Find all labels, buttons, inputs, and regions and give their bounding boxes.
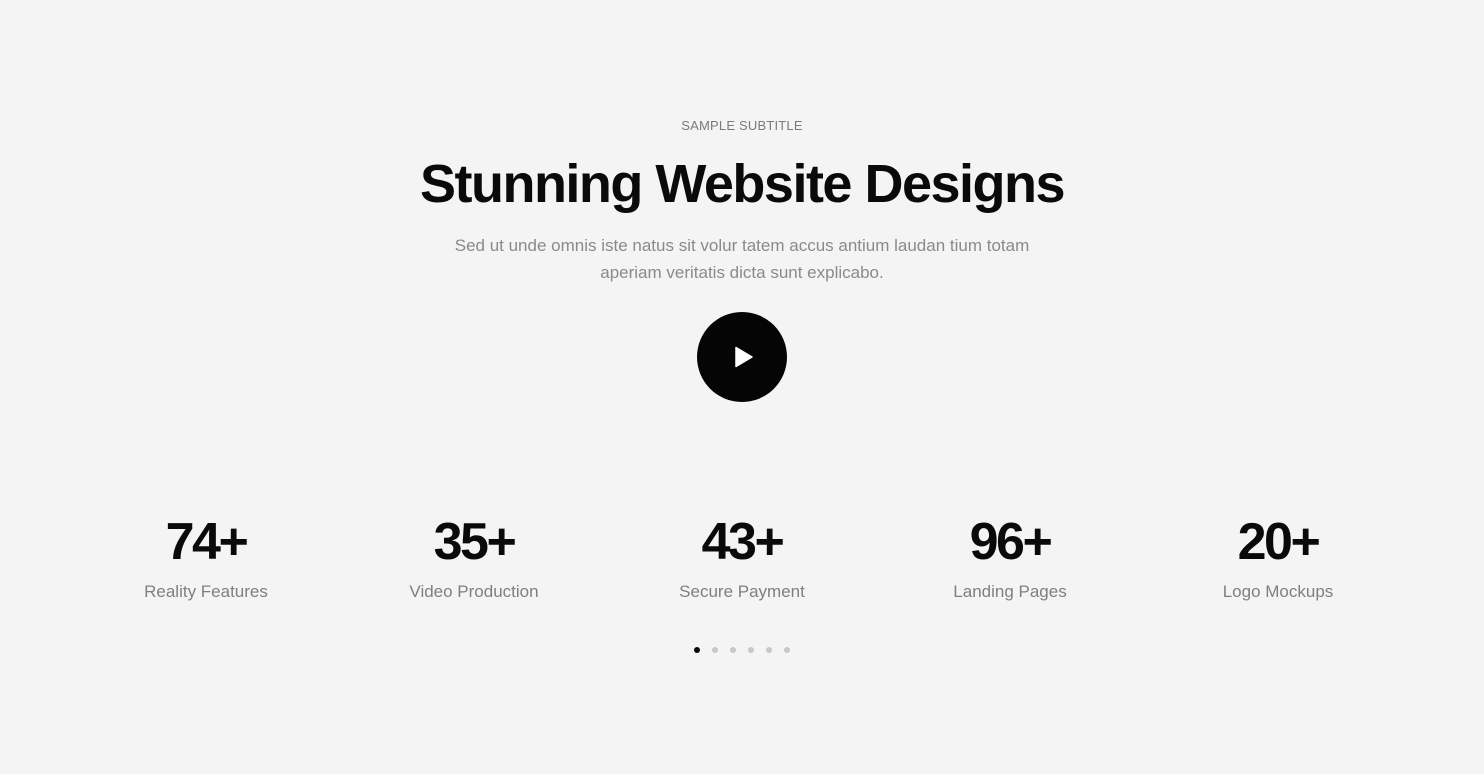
stat-value: 96+ — [969, 513, 1053, 571]
stats-row: 74+ Reality Features 35+ Video Productio… — [72, 512, 1412, 602]
stat-value: 35+ — [433, 513, 517, 571]
section-subtitle: SAMPLE SUBTITLE — [681, 118, 803, 133]
pagination-dot-4[interactable] — [748, 647, 754, 653]
stat-value: 74+ — [165, 513, 249, 571]
play-video-button[interactable] — [697, 312, 787, 402]
stat-label: Secure Payment — [679, 582, 805, 601]
stat-item: 43+ Secure Payment — [608, 512, 876, 602]
pagination-dot-5[interactable] — [766, 647, 772, 653]
stat-item: 74+ Reality Features — [72, 512, 340, 602]
pagination-dot-1[interactable] — [694, 647, 700, 653]
pagination-dot-2[interactable] — [712, 647, 718, 653]
stat-value: 20+ — [1237, 513, 1321, 571]
stat-label: Reality Features — [144, 582, 268, 601]
pagination-dot-6[interactable] — [784, 647, 790, 653]
stats-section: SAMPLE SUBTITLE Stunning Website Designs… — [0, 0, 1484, 774]
stat-item: 35+ Video Production — [340, 512, 608, 602]
stat-item: 96+ Landing Pages — [876, 512, 1144, 602]
stat-label: Landing Pages — [953, 582, 1067, 601]
stat-label: Logo Mockups — [1222, 582, 1334, 601]
pagination-dots — [694, 647, 790, 653]
pagination-dot-3[interactable] — [730, 647, 736, 653]
stat-label: Video Production — [409, 582, 539, 601]
play-icon — [735, 346, 753, 368]
section-description: Sed ut unde omnis iste natus sit volur t… — [454, 236, 1030, 282]
stat-value: 43+ — [701, 513, 785, 571]
section-title: Stunning Website Designs — [419, 154, 1066, 214]
stat-item: 20+ Logo Mockups — [1144, 512, 1412, 602]
